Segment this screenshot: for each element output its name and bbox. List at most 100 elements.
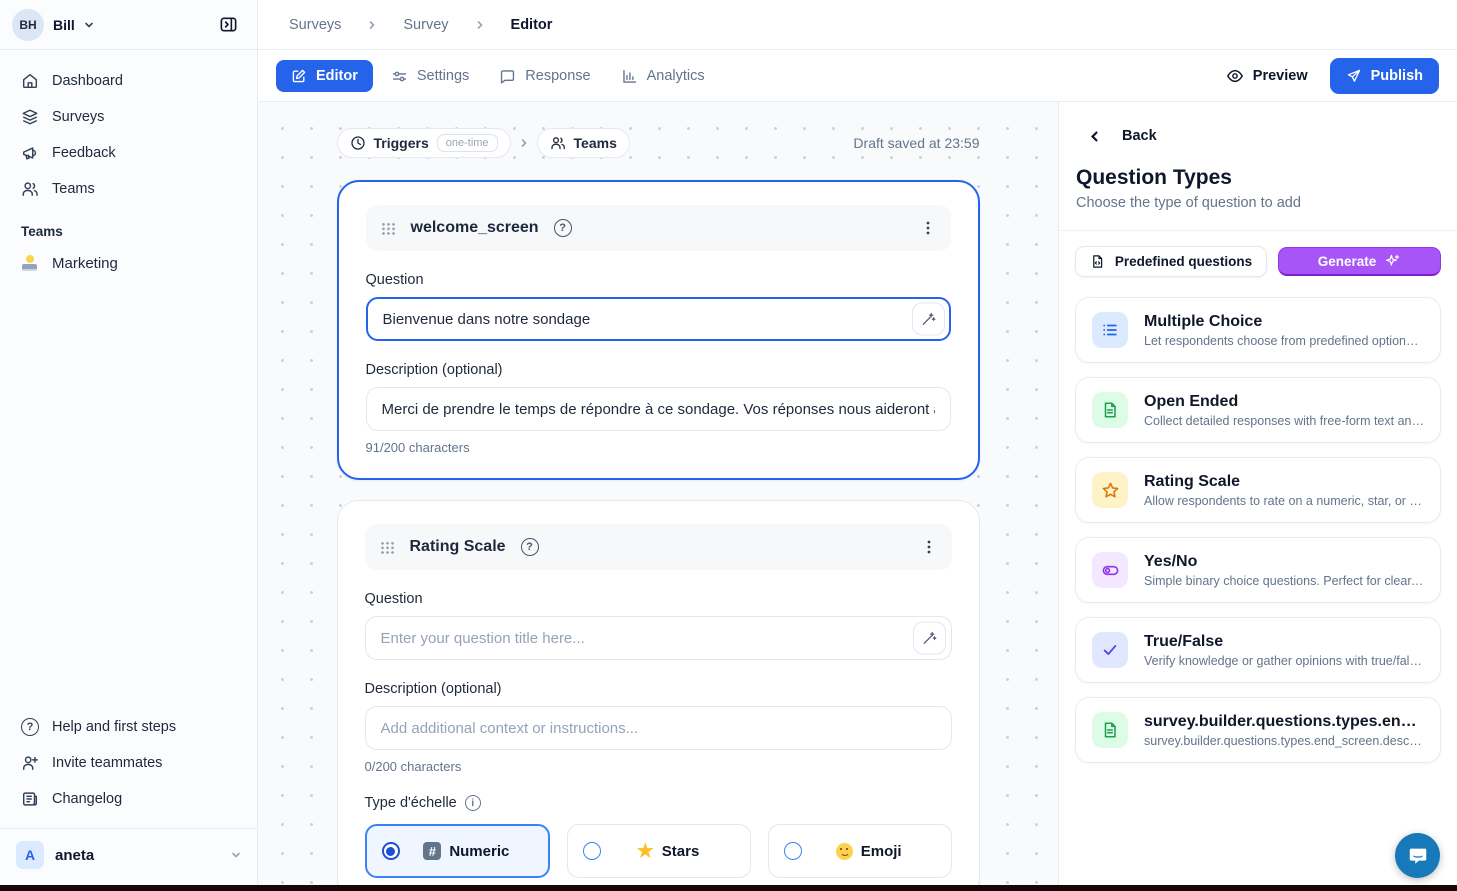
question-card-rating-scale[interactable]: Rating Scale ? Question Description (opt… <box>337 500 980 885</box>
radio-icon <box>784 842 802 860</box>
info-icon[interactable]: i <box>465 795 481 811</box>
changelog-icon <box>21 790 39 808</box>
drag-handle-icon[interactable] <box>380 541 395 554</box>
question-type-rating-scale[interactable]: Rating Scale Allow respondents to rate o… <box>1075 457 1441 523</box>
sidebar-item-teams[interactable]: Teams <box>10 172 247 206</box>
question-type-true-false[interactable]: True/False Verify knowledge or gather op… <box>1075 617 1441 683</box>
question-input[interactable] <box>365 616 952 660</box>
sidebar: BH Bill Dashboard Surveys Feedback <box>0 0 258 885</box>
scale-option-stars[interactable]: ★ Stars <box>567 824 751 878</box>
team-name: Marketing <box>52 255 118 272</box>
user-plus-icon <box>21 754 39 772</box>
char-count: 0/200 characters <box>365 759 952 774</box>
chevron-left-icon <box>1088 130 1101 143</box>
question-type-title: survey.builder.questions.types.end_scr..… <box>1144 713 1424 731</box>
char-count: 91/200 characters <box>366 440 951 455</box>
workspace-avatar: BH <box>12 9 44 41</box>
back-button[interactable]: Back <box>1059 102 1457 144</box>
magic-wand-button[interactable] <box>912 303 945 336</box>
breadcrumb-survey[interactable]: Survey <box>403 17 448 33</box>
chevron-right-icon <box>475 20 485 30</box>
generate-label: Generate <box>1318 254 1377 269</box>
scale-option-label: Numeric <box>449 843 509 860</box>
sidebar-item-invite-teammates[interactable]: Invite teammates <box>10 746 247 780</box>
card-header: welcome_screen ? <box>366 205 951 251</box>
description-input[interactable] <box>365 706 952 750</box>
description-input[interactable] <box>366 387 951 431</box>
question-type-description: Verify knowledge or gather opinions with… <box>1144 654 1424 668</box>
card-menu-button[interactable] <box>921 539 937 555</box>
panel-subtitle: Choose the type of question to add <box>1059 190 1457 211</box>
help-circle-icon[interactable]: ? <box>554 219 572 237</box>
card-title: welcome_screen <box>411 219 539 237</box>
breadcrumb-editor[interactable]: Editor <box>511 17 553 33</box>
star-emoji: ★ <box>637 842 654 861</box>
sidebar-footer-nav: ? Help and first steps Invite teammates … <box>0 702 257 820</box>
list-icon <box>1101 321 1119 339</box>
layers-icon <box>21 108 39 126</box>
question-input[interactable] <box>366 297 951 341</box>
magic-wand-icon <box>921 630 937 646</box>
chat-bubble-icon <box>1407 845 1429 867</box>
scale-option-numeric[interactable]: # Numeric <box>365 824 551 878</box>
question-type-description: Collect detailed responses with free-for… <box>1144 414 1424 428</box>
question-type-yes-no[interactable]: Yes/No Simple binary choice questions. P… <box>1075 537 1441 603</box>
sidebar-item-changelog[interactable]: Changelog <box>10 782 247 816</box>
sparkles-icon <box>1385 253 1401 269</box>
window-edge-bar <box>0 885 1457 891</box>
sidebar-collapse-button[interactable] <box>211 8 245 42</box>
sidebar-item-help[interactable]: ? Help and first steps <box>10 710 247 744</box>
question-type-end-screen[interactable]: survey.builder.questions.types.end_scr..… <box>1075 697 1441 763</box>
question-label: Question <box>366 272 951 288</box>
magic-wand-button[interactable] <box>913 622 946 655</box>
card-menu-button[interactable] <box>920 220 936 236</box>
publish-label: Publish <box>1371 68 1423 84</box>
generate-button[interactable]: Generate <box>1278 247 1441 276</box>
sliders-icon <box>391 68 408 85</box>
sidebar-team-marketing[interactable]: Marketing <box>0 245 257 281</box>
question-type-title: Rating Scale <box>1144 473 1424 491</box>
chevron-right-icon <box>367 20 377 30</box>
sidebar-item-feedback[interactable]: Feedback <box>10 136 247 170</box>
tab-response[interactable]: Response <box>499 68 590 85</box>
publish-button[interactable]: Publish <box>1330 58 1439 94</box>
predefined-questions-button[interactable]: Predefined questions <box>1075 246 1267 277</box>
sidebar-item-label: Changelog <box>52 791 122 807</box>
question-type-open-ended[interactable]: Open Ended Collect detailed responses wi… <box>1075 377 1441 443</box>
triggers-label: Triggers <box>374 135 429 151</box>
question-type-multiple-choice[interactable]: Multiple Choice Let respondents choose f… <box>1075 297 1441 363</box>
workspace-switcher[interactable]: BH Bill <box>0 0 257 50</box>
tab-settings[interactable]: Settings <box>391 68 469 85</box>
chat-widget-button[interactable] <box>1395 833 1440 878</box>
scale-type-label: Type d'échelle i <box>365 795 952 811</box>
scale-type-options: # Numeric ★ Stars <box>365 824 952 878</box>
sidebar-item-label: Dashboard <box>52 73 123 89</box>
scale-option-emoji[interactable]: Emoji <box>768 824 952 878</box>
tab-editor[interactable]: Editor <box>276 60 373 92</box>
triggers-pill[interactable]: Triggers one-time <box>337 128 511 158</box>
help-circle-icon[interactable]: ? <box>521 538 539 556</box>
draft-status: Draft saved at 23:59 <box>853 135 979 151</box>
account-avatar: A <box>16 841 44 869</box>
question-type-title: True/False <box>1144 633 1424 651</box>
question-type-description: survey.builder.questions.types.end_scree… <box>1144 734 1424 748</box>
check-icon <box>1101 641 1119 659</box>
eye-icon <box>1226 67 1244 85</box>
panel-actions: Predefined questions Generate <box>1059 231 1457 289</box>
sidebar-item-surveys[interactable]: Surveys <box>10 100 247 134</box>
drag-handle-icon[interactable] <box>381 222 396 235</box>
scale-option-label: Stars <box>662 843 700 860</box>
document-icon <box>1101 401 1119 419</box>
kebab-menu-icon <box>921 539 937 555</box>
breadcrumb-surveys[interactable]: Surveys <box>289 17 341 33</box>
teams-pill[interactable]: Teams <box>537 128 630 158</box>
preview-button[interactable]: Preview <box>1226 67 1308 85</box>
question-card-welcome-screen[interactable]: welcome_screen ? Question Description (o… <box>337 180 980 480</box>
account-menu[interactable]: A aneta <box>0 829 257 885</box>
tab-analytics[interactable]: Analytics <box>621 68 705 85</box>
survey-editor-app: BH Bill Dashboard Surveys Feedback <box>0 0 1457 891</box>
technologist-emoji <box>21 255 38 271</box>
survey-canvas: Triggers one-time Teams Draft saved at 2… <box>258 102 1058 885</box>
workspace-name: Bill <box>53 17 75 33</box>
sidebar-item-dashboard[interactable]: Dashboard <box>10 64 247 98</box>
